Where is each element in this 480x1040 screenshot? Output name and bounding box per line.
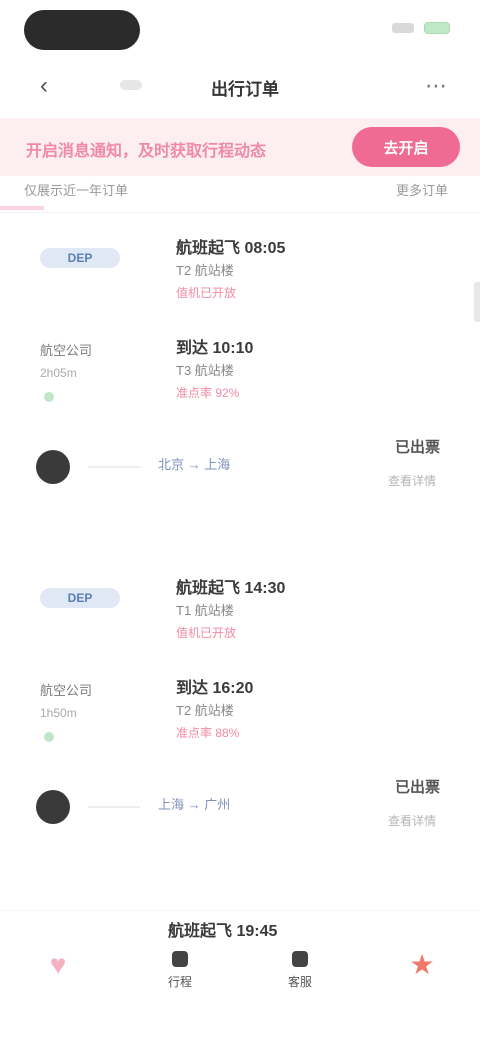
arrival-terminal: T3 航站楼 [176,363,234,378]
more-orders-link[interactable]: 更多订单 [396,180,448,199]
notification-banner: 开启消息通知，及时获取行程动态 去开启 [0,118,480,176]
airline-name: 航空公司 [40,343,93,358]
bottom-tab-label: 行程 [167,975,192,989]
battery-icon [424,22,450,34]
view-details-link[interactable]: 查看详情 [388,812,436,829]
departure-row: DEP 航班起飞 14:30 T1 航站楼 值机已开放 [0,562,480,662]
airline-name: 航空公司 [40,683,93,698]
airline-logo: DEP [40,248,120,268]
dynamic-island [24,10,140,50]
arrival-title: 到达 10:10 [176,340,254,357]
departure-terminal: T2 航站楼 [176,263,234,278]
header-indicator [120,80,142,90]
back-icon[interactable]: ‹ [30,72,58,100]
banner-text: 开启消息通知，及时获取行程动态 [26,143,267,160]
status-bar [0,0,480,64]
order-summary-row[interactable]: 北京 → 上海 已出票 查看详情 [0,432,480,502]
bottom-flight-title: 航班起飞 19:45 [168,923,278,940]
route-label: 北京 → 上海 [158,457,231,472]
status-icons [392,22,450,34]
departure-title: 航班起飞 14:30 [176,580,286,597]
order-summary-row[interactable]: 上海 → 广州 已出票 查看详情 [0,772,480,842]
bottom-tab-service[interactable]: 客服 [270,951,330,990]
page-title: 出行订单 [211,80,279,99]
trip-icon [172,951,188,967]
gift-icon[interactable]: ★ [404,947,440,983]
route-dash [88,466,140,468]
departure-row: DEP 航班起飞 08:05 T2 航站楼 值机已开放 [0,222,480,322]
filter-hint: 仅展示近一年订单 [24,183,129,198]
airline-logo: DEP [40,588,120,608]
bottom-bar: ♥ 航班起飞 19:45 行程 客服 ★ [0,910,480,1040]
side-tab[interactable] [474,282,480,322]
arrival-row: 航空公司 1h50m 到达 16:20 T2 航站楼 准点率 88% [0,662,480,762]
avatar [36,790,70,824]
order-card[interactable]: DEP 航班起飞 14:30 T1 航站楼 值机已开放 航空公司 1h50m 到… [0,562,480,902]
nav-header: ‹ 出行订单 ⋯ [0,64,480,108]
order-status: 已出票 [394,779,440,796]
arrival-terminal: T2 航站楼 [176,703,234,718]
active-tab-indicator [0,206,44,210]
route-dash [88,806,140,808]
route-label: 上海 → 广州 [158,797,231,812]
ontime-tag: 准点率 92% [176,386,240,400]
enable-notifications-button[interactable]: 去开启 [352,127,460,167]
checkin-tag: 值机已开放 [176,626,237,640]
status-dot-icon [44,392,54,402]
arrival-title: 到达 16:20 [176,680,254,697]
checkin-tag: 值机已开放 [176,286,237,300]
avatar [36,450,70,484]
arrival-row: 航空公司 2h05m 到达 10:10 T3 航站楼 准点率 92% [0,322,480,422]
divider [0,212,480,213]
home-icon[interactable]: ♥ [40,947,76,983]
status-dot-icon [44,732,54,742]
service-icon [292,951,308,967]
order-status: 已出票 [394,439,440,456]
order-card[interactable]: DEP 航班起飞 08:05 T2 航站楼 值机已开放 航空公司 2h05m 到… [0,222,480,562]
ontime-tag: 准点率 88% [176,726,240,740]
departure-title: 航班起飞 08:05 [176,240,286,257]
signal-icon [392,23,414,33]
departure-terminal: T1 航站楼 [176,603,234,618]
more-icon[interactable]: ⋯ [422,72,450,100]
order-filter-bar: 仅展示近一年订单 更多订单 [0,176,480,204]
flight-duration: 1h50m [40,706,77,720]
bottom-tab-label: 客服 [287,975,312,989]
view-details-link[interactable]: 查看详情 [388,472,436,489]
flight-duration: 2h05m [40,366,77,380]
bottom-tab-trip[interactable]: 行程 [150,951,210,990]
